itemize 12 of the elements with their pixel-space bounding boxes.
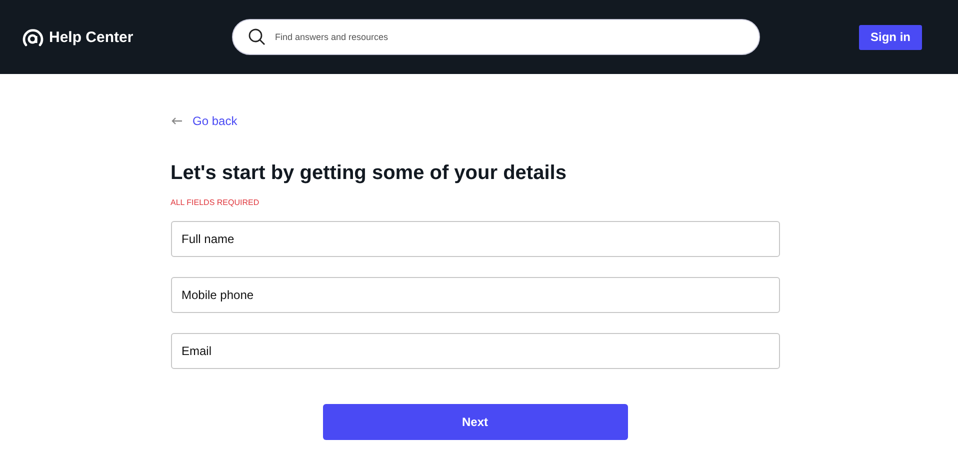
required-note: ALL FIELDS REQUIRED <box>170 198 260 207</box>
search-field[interactable]: Find answers and resources <box>232 19 760 55</box>
input-field[interactable]: Full name <box>170 221 780 257</box>
brand-name: Help Center <box>49 28 134 46</box>
next-button[interactable]: Next <box>322 404 628 440</box>
input-field[interactable]: Email <box>170 333 780 369</box>
input-field[interactable]: Mobile phone <box>170 277 780 313</box>
go-back-link[interactable]: Go back <box>192 114 238 128</box>
logo-icon <box>22 26 44 48</box>
back-arrow-icon <box>170 117 182 125</box>
sign-in-button[interactable]: Sign in <box>859 24 922 50</box>
page-heading: Let's start by getting some of your details <box>170 161 568 185</box>
